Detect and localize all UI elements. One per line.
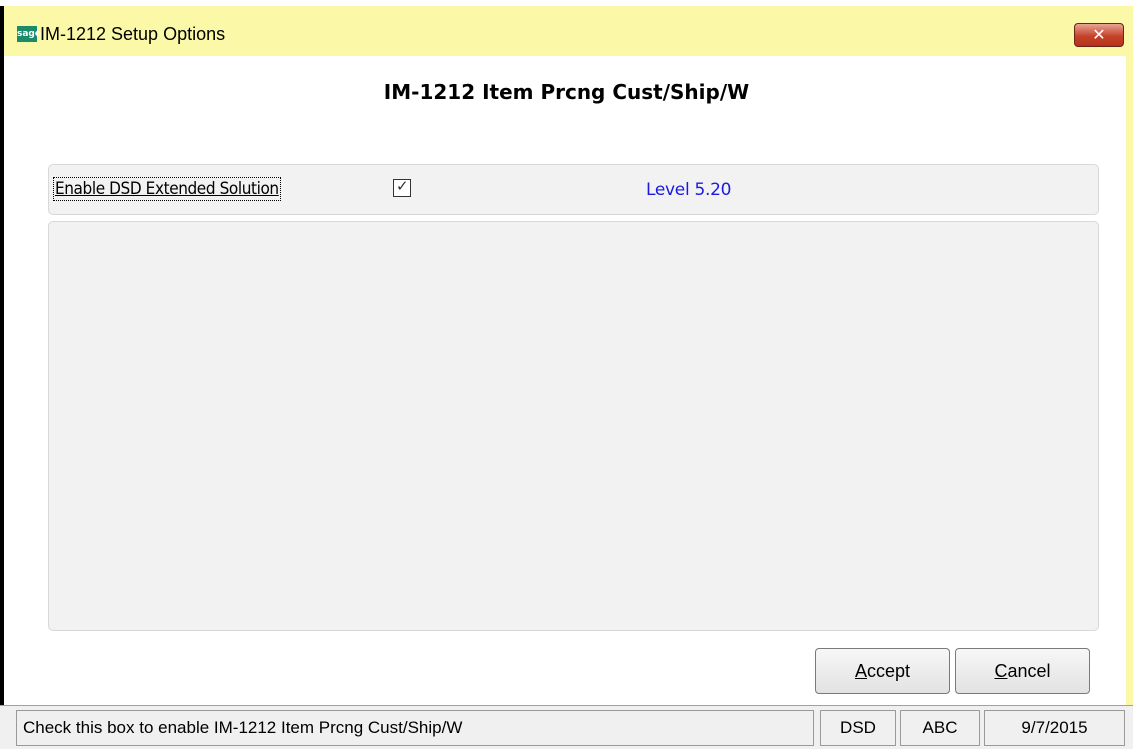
status-company: ABC (900, 710, 980, 746)
status-bar: Check this box to enable IM-1212 Item Pr… (0, 705, 1133, 749)
window-left-edge (0, 6, 4, 749)
status-module: DSD (820, 710, 896, 746)
options-content-panel (48, 221, 1099, 631)
cancel-label-rest: ancel (1007, 661, 1051, 681)
sage-app-icon: sage (17, 26, 41, 42)
accept-button[interactable]: Accept (815, 648, 950, 694)
level-text: Level 5.20 (646, 180, 732, 200)
option-panel: Enable DSD Extended Solution ✓ Level 5.2… (48, 164, 1099, 215)
title-bar[interactable]: sage IM-1212 Setup Options ✕ (4, 6, 1133, 56)
cancel-button[interactable]: Cancel (955, 648, 1090, 694)
setup-options-window: sage IM-1212 Setup Options ✕ IM-1212 Ite… (0, 0, 1133, 749)
close-button[interactable]: ✕ (1074, 23, 1124, 47)
enable-dsd-label[interactable]: Enable DSD Extended Solution (53, 177, 281, 201)
accept-mnemonic: A (854, 661, 867, 681)
accept-label-rest: ccept (866, 661, 911, 681)
close-icon: ✕ (1092, 25, 1106, 44)
status-date: 9/7/2015 (984, 710, 1125, 746)
status-message: Check this box to enable IM-1212 Item Pr… (16, 710, 814, 746)
enable-dsd-checkbox[interactable]: ✓ (393, 177, 411, 197)
page-title: IM-1212 Item Prcng Cust/Ship/W (383, 80, 750, 104)
cancel-mnemonic: C (994, 661, 1008, 681)
checkmark-icon: ✓ (396, 177, 409, 195)
window-title: IM-1212 Setup Options (40, 24, 226, 44)
window-right-edge (1126, 56, 1133, 749)
